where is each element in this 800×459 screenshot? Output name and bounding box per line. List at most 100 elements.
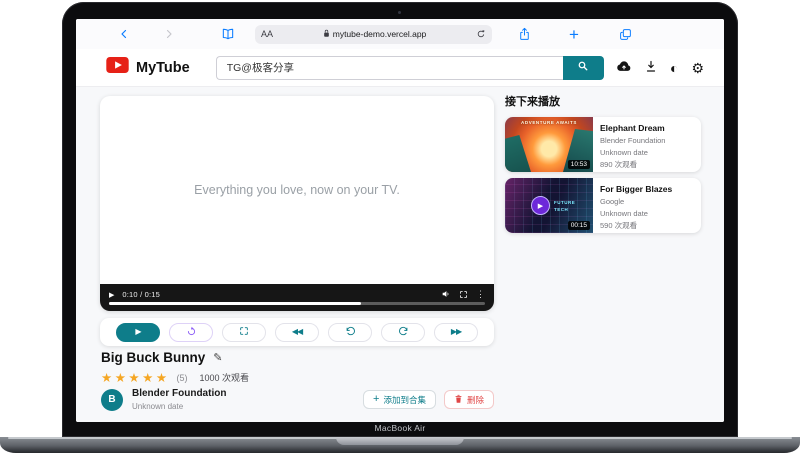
replay-back-button[interactable] (328, 323, 372, 342)
player-menu-button[interactable]: ⋮ (476, 289, 485, 300)
channel-name[interactable]: Blender Foundation (132, 388, 226, 399)
player-play-button[interactable]: ▶ (109, 291, 114, 299)
search-bar (216, 56, 604, 80)
view-count: 1000 次观看 (200, 371, 250, 384)
main-content: Everything you love, now on your TV. ▶ 0… (76, 87, 724, 422)
playnext-views: 890 次观看 (600, 159, 665, 170)
brand-name: MyTube (136, 60, 190, 76)
browser-toolbar: AA mytube-demo.vercel.app + (76, 19, 724, 49)
laptop-base (0, 437, 800, 453)
progress-bar[interactable] (109, 302, 485, 305)
playnext-sidebar: 接下来播放 ADVENTURE AWAITS 10:53 Elephant Dr… (505, 93, 701, 239)
webcam-dot (398, 11, 401, 14)
playnext-card-for-bigger-blazes[interactable]: ▶ FUTURE TECH 00:15 For Bigger Blazes Go… (505, 178, 701, 233)
play-icon: ▶ (135, 328, 140, 336)
url-text: mytube-demo.vercel.app (333, 29, 427, 39)
delete-button[interactable]: 删除 (444, 390, 494, 409)
star-rating[interactable]: ★★★★★ (101, 370, 170, 385)
new-tab-button[interactable]: + (569, 26, 579, 43)
base-notch (336, 437, 464, 445)
tab-overview-button[interactable] (619, 28, 632, 41)
rating-count: (5) (177, 373, 188, 383)
plus-icon: + (373, 394, 379, 405)
download-icon (645, 60, 657, 76)
share-button[interactable] (518, 27, 531, 41)
refresh-icon (476, 29, 486, 39)
rating-row: ★★★★★ (5) 1000 次观看 (101, 370, 249, 385)
video-actions: + 添加到合集 删除 (363, 390, 494, 409)
trash-icon (454, 394, 463, 406)
search-input[interactable] (216, 56, 563, 80)
playnext-date: Unknown date (600, 209, 672, 218)
channel-avatar[interactable]: B (101, 389, 123, 411)
progress-fill (109, 302, 361, 305)
upload-date: Unknown date (132, 402, 226, 411)
macbook-mockup: AA mytube-demo.vercel.app + (0, 0, 800, 459)
macbook-label: MacBook Air (62, 423, 738, 433)
mytube-logo[interactable]: MyTube (106, 57, 190, 78)
loop-button[interactable] (169, 323, 213, 342)
fullscreen-icon (239, 326, 249, 338)
rewind-button[interactable]: ◀◀ (275, 323, 319, 342)
rotate-cw-icon (398, 326, 409, 339)
chevron-left-icon (118, 28, 130, 40)
url-bar[interactable]: AA mytube-demo.vercel.app (255, 25, 492, 44)
playnext-title: Elephant Dream (600, 123, 665, 133)
add-to-collection-label: 添加到合集 (383, 394, 426, 406)
volume-icon (441, 287, 451, 302)
duration-badge: 00:15 (568, 221, 590, 230)
gear-icon: ⚙ (691, 61, 704, 75)
player-message: Everything you love, now on your TV. (194, 183, 400, 197)
fullscreen-corners-icon (459, 287, 468, 302)
title-row: Big Buck Bunny ✎ (101, 350, 222, 365)
share-icon (518, 27, 531, 41)
add-to-collection-button[interactable]: + 添加到合集 (363, 390, 436, 409)
book-icon (221, 27, 235, 41)
thumbnail-caption: ADVENTURE AWAITS (505, 120, 593, 125)
lock-icon (323, 29, 330, 40)
refresh-button[interactable] (476, 29, 486, 39)
download-button[interactable] (645, 60, 657, 76)
play-button[interactable]: ▶ (116, 323, 160, 342)
reader-mode-button[interactable]: AA (261, 29, 273, 39)
duration-badge: 10:53 (568, 160, 590, 169)
playnext-channel: Google (600, 197, 672, 206)
app-header: MyTube ◐ ⚙ (76, 49, 724, 87)
skip-ahead-button[interactable] (381, 323, 425, 342)
volume-button[interactable] (441, 287, 451, 302)
header-actions: ◐ ⚙ (616, 60, 704, 76)
browser-forward-button[interactable] (163, 28, 175, 40)
settings-button[interactable]: ⚙ (691, 61, 704, 75)
playnext-card-elephant-dream[interactable]: ADVENTURE AWAITS 10:53 Elephant Dream Bl… (505, 117, 701, 172)
search-button[interactable] (563, 56, 604, 80)
pip-button[interactable] (459, 287, 468, 302)
edit-title-button[interactable]: ✎ (213, 351, 222, 364)
loop-icon (186, 326, 197, 339)
theme-toggle-button[interactable]: ◐ (670, 61, 678, 75)
video-thumbnail: ADVENTURE AWAITS 10:53 (505, 117, 593, 172)
laptop-screen-bezel: AA mytube-demo.vercel.app + (62, 2, 738, 437)
fullscreen-button[interactable] (222, 323, 266, 342)
video-title: Big Buck Bunny (101, 350, 205, 365)
delete-label: 删除 (467, 394, 484, 406)
video-surface[interactable]: Everything you love, now on your TV. (100, 96, 494, 284)
search-icon (577, 60, 589, 75)
channel-row: B Blender Foundation Unknown date + 添加到合… (101, 388, 494, 411)
playnext-date: Unknown date (600, 148, 665, 157)
fast-forward-button[interactable]: ▶▶ (434, 323, 478, 342)
playnext-views: 590 次观看 (600, 220, 672, 231)
rewind-icon: ◀◀ (292, 328, 302, 336)
bookmarks-button[interactable] (221, 27, 235, 41)
pencil-icon: ✎ (213, 352, 222, 364)
plus-icon: + (569, 26, 579, 43)
playnext-heading: 接下来播放 (505, 93, 701, 109)
video-player[interactable]: Everything you love, now on your TV. ▶ 0… (100, 96, 494, 311)
player-time: 0:10 / 0:15 (122, 290, 160, 299)
player-control-bar: ▶ 0:10 / 0:15 ⋮ (100, 284, 494, 311)
browser-back-button[interactable] (118, 28, 130, 40)
contrast-icon: ◐ (670, 61, 678, 75)
playnext-channel: Blender Foundation (600, 136, 665, 145)
upload-button[interactable] (616, 60, 632, 75)
thumbnail-caption: FUTURE TECH (554, 200, 578, 214)
rotate-ccw-icon (345, 326, 356, 339)
